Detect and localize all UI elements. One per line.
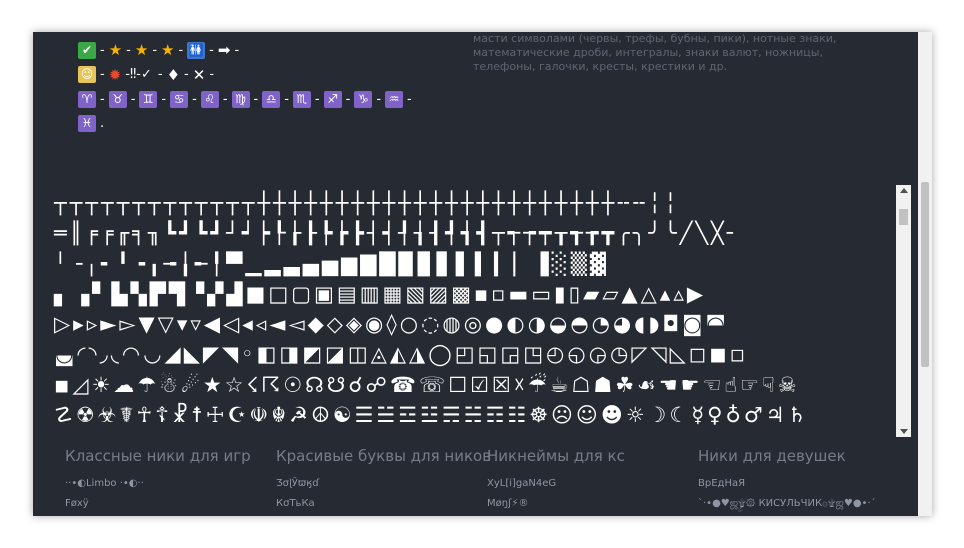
symbol-row: ◛◜◝◞◟◠◡◢◣◤◥◦◧◨◩◪◫◬◭◮◯◰◱◲◳◴◵◶◷◸◹◺◻◼◽	[54, 342, 749, 367]
emoji-box-icon: ♋	[170, 90, 189, 108]
description-text: масти символами (червы, трефы, бубны, пи…	[473, 32, 837, 73]
emoji-glyph-icon: ★	[134, 41, 149, 60]
symbols-textarea[interactable]: ┬┬┬┬┬┬┬┬┬┬┬┬┬┼┼┼┼┼┼┼┼┼┼┼┼┼┼┼┼┼┼┼┼┼┼┼╌╌╎╎…	[51, 185, 911, 437]
symbol-row: ▷▸▹►▻▼▽▾▿◀◁◂◃◄◅◆◇◈◉◊○◌◍◎●◐◑◒◓◔◕◖◗◘◙◚	[54, 312, 729, 337]
page-scrollbar[interactable]	[918, 32, 932, 516]
separator: -	[284, 91, 289, 107]
separator: -	[209, 42, 214, 58]
separator: -	[152, 42, 158, 58]
separator: -	[161, 91, 167, 107]
symbol-row: ▖▗▘▙▚▛▜▝▞▟■□▢▣▤▥▦▧▨▩▪▫▬▭▮▯▰▱▲△▴▵▶	[54, 281, 707, 306]
emoji-box-icon: ♓	[78, 115, 96, 133]
scroll-down-arrow-icon[interactable]	[900, 429, 908, 434]
symbol-row: ═║╒╒╓╕╖┗┛┗┛┘┙┝┞┟┠┡┢┣┤┥┦┧┨┩┪┫┬┭┮┯┰┱┲┳╭╮╯╰…	[54, 221, 743, 246]
nick-item[interactable]: Føxÿ	[65, 497, 275, 510]
nick-item[interactable]: `·•●♥ஜ۩ۣۣ۞ КИСУЛЬЧИК۞۩ஜ♥●•·´	[698, 497, 908, 510]
emoji-box-icon: ♐	[323, 90, 342, 108]
emoji-box-icon: ♌	[200, 90, 219, 108]
category-title[interactable]: Красивые буквы для ников	[276, 447, 491, 465]
separator: -	[376, 91, 382, 107]
nick-item[interactable]: ƷσɭӮϖӄɗ	[276, 477, 486, 490]
separator: -	[178, 42, 184, 58]
emoji-box-icon: ☺	[78, 66, 96, 84]
emoji-box-icon: ♏	[292, 90, 311, 108]
separator: -	[209, 67, 215, 83]
symbols-scrollbar[interactable]	[896, 185, 911, 437]
separator: -	[222, 91, 228, 107]
emoji-row: ♈ - ♉ - ♊ - ♋ - ♌ - ♍ - ♎ - ♏ - ♐ - ♑ - ♒ -	[77, 87, 415, 112]
emoji-box-icon: ♍	[231, 90, 250, 108]
emoji-box-icon: ♈	[78, 90, 96, 108]
nick-categories: Классные ники для игр ··•◐Limbo ·•◐·· Fø…	[33, 447, 932, 516]
separator: -	[100, 42, 105, 58]
category-title[interactable]: Никнеймы для кс	[487, 447, 697, 465]
category-games[interactable]: Классные ники для игр ··•◐Limbo ·•◐·· Fø…	[65, 447, 275, 510]
emoji-row: ♓.	[77, 112, 415, 137]
emoji-box-icon: ♒	[385, 90, 404, 108]
separator: -	[253, 91, 259, 107]
emoji-box-icon: 🚻	[187, 41, 206, 59]
separator: -	[314, 91, 320, 107]
nick-item[interactable]: XyL[i]gaN4eG	[487, 477, 697, 490]
emoji-box-icon: ♊	[139, 90, 158, 108]
category-girls[interactable]: Ники для девушек ВрЕдНаЯ `·•●♥ஜ۩ۣۣ۞ КИСУ…	[698, 447, 908, 510]
separator: -	[100, 91, 105, 107]
category-beautiful-letters[interactable]: Красивые буквы для ников ƷσɭӮϖӄɗ КσТьКа	[276, 447, 491, 510]
nick-item[interactable]: Møŋʃ⚡®	[487, 497, 697, 510]
symbol-row: ╵╶╷╸╹╺╻╼╽╾╿▀▁▂▃▄▅▆▇█▉▊▋▌▍▎▏▐░▒▓	[54, 251, 610, 276]
separator: -	[184, 67, 189, 83]
nick-item[interactable]: ВрЕдНаЯ	[698, 477, 908, 490]
separator: -	[100, 67, 105, 83]
emoji-row: ✔ - ★ - ★ - ★ - 🚻 - ➡ -	[77, 38, 415, 63]
emoji-box-icon: ♑	[354, 90, 373, 108]
nick-item[interactable]: КσТьКа	[276, 497, 486, 510]
symbol-row: ◾◿☀☁☂☃☄★☆☇☈☉☊☋☌☍☎☏☐☑☒☓☔☕☖☗☘☙☚☛☜☝☞☟☠	[54, 372, 800, 397]
page-scroll-thumb[interactable]	[921, 182, 929, 367]
separator: -‼-✓	[125, 67, 152, 83]
emoji-example-block: ✔ - ★ - ★ - ★ - 🚻 - ➡ - ☺ - ✹ -‼-✓ - ♦ - ✕ - ♈ - ♉ - ♊ - ♋ - ♌ - ♍ - ♎ - ♏ -…	[77, 38, 415, 136]
category-cs[interactable]: Никнеймы для кс XyL[i]gaN4eG Møŋʃ⚡®	[487, 447, 697, 510]
separator: -	[130, 91, 136, 107]
separator: -	[126, 42, 131, 58]
symbols-grid: ┬┬┬┬┬┬┬┬┬┬┬┬┬┼┼┼┼┼┼┼┼┼┼┼┼┼┼┼┼┼┼┼┼┼┼┼╌╌╎╎…	[54, 188, 889, 430]
symbol-row: ☡☢☣☤☥☦☧☨☩☪☫☬☭☮☯☰☱☲☳☴☵☶☷☸☹☺☻☼☽☾☿♀♁♂♃♄	[54, 403, 810, 428]
emoji-row: ☺ - ✹ -‼-✓ - ♦ - ✕ -	[77, 63, 415, 88]
emoji-box-icon: ♉	[108, 90, 127, 108]
emoji-box-icon: ✔	[78, 41, 96, 59]
separator: -	[157, 67, 163, 83]
emoji-glyph-icon: ★	[161, 41, 175, 60]
nick-item[interactable]: ··•◐Limbo ·•◐··	[65, 477, 275, 490]
symbols-scroll-thumb[interactable]	[899, 209, 908, 225]
separator: -	[234, 42, 240, 58]
separator: -	[407, 91, 412, 107]
symbol-row: ┬┬┬┬┬┬┬┬┬┬┬┬┬┼┼┼┼┼┼┼┼┼┼┼┼┼┼┼┼┼┼┼┼┼┼┼╌╌╎╎	[54, 191, 680, 215]
emoji-glyph-icon: ✹	[108, 65, 122, 84]
emoji-glyph-icon: ✕	[192, 65, 206, 84]
emoji-box-icon: ♎	[262, 90, 281, 108]
emoji-glyph-icon: ♦	[166, 65, 181, 84]
scroll-up-arrow-icon[interactable]	[900, 188, 908, 193]
browser-viewport: ✔ - ★ - ★ - ★ - 🚻 - ➡ - ☺ - ✹ -‼-✓ - ♦ - ✕ - ♈ - ♉ - ♊ - ♋ - ♌ - ♍ - ♎ - ♏ -…	[33, 32, 932, 516]
category-title[interactable]: Ники для девушек	[698, 447, 908, 465]
separator: -	[345, 91, 351, 107]
emoji-glyph-icon: ➡	[217, 41, 231, 60]
category-title[interactable]: Классные ники для игр	[65, 447, 275, 465]
separator: -	[192, 91, 197, 107]
emoji-glyph-icon: ★	[108, 41, 123, 60]
separator: .	[100, 116, 105, 132]
